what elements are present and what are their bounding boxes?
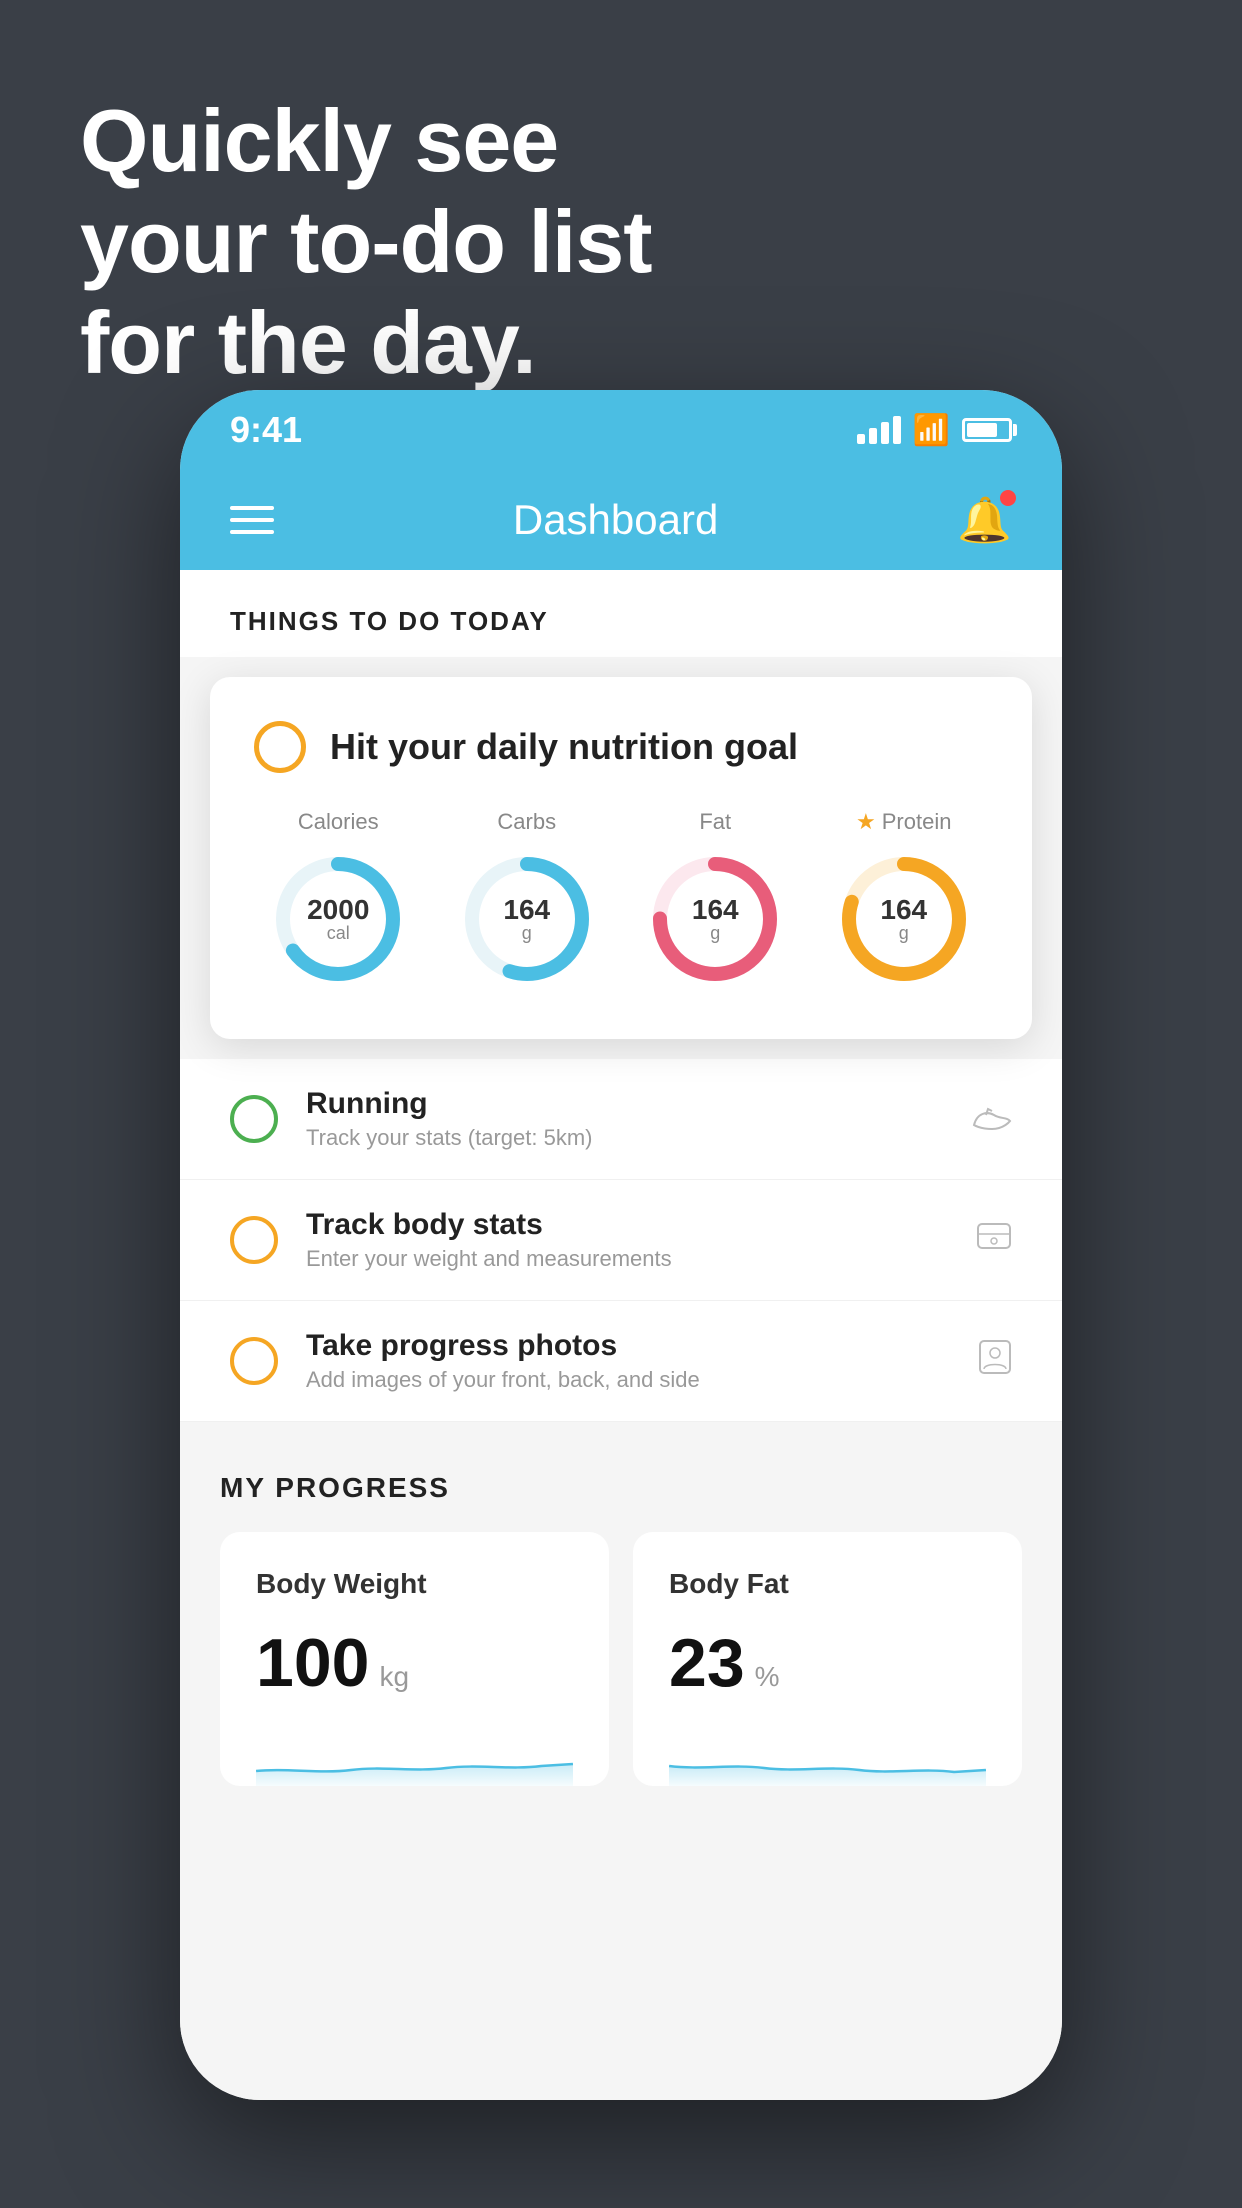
- body-stats-text: Track body stats Enter your weight and m…: [306, 1208, 948, 1272]
- goal-carbs: Carbs 164 g: [457, 809, 597, 989]
- todo-list: Running Track your stats (target: 5km) T…: [180, 1059, 1062, 1422]
- photos-text: Take progress photos Add images of your …: [306, 1329, 950, 1393]
- calories-label: Calories: [298, 809, 379, 835]
- nutrition-goals: Calories 2000 cal Carbs: [254, 809, 988, 989]
- body-weight-card[interactable]: Body Weight 100 kg: [220, 1532, 609, 1786]
- progress-section: MY PROGRESS Body Weight 100 kg: [180, 1422, 1062, 1816]
- body-weight-sparkline: [256, 1726, 573, 1786]
- body-weight-title: Body Weight: [256, 1568, 573, 1600]
- body-fat-card[interactable]: Body Fat 23 %: [633, 1532, 1022, 1786]
- phone-mockup: 9:41 📶 Dashboard 🔔: [180, 390, 1062, 2100]
- todo-circle-photos: [230, 1337, 278, 1385]
- card-title: Hit your daily nutrition goal: [330, 726, 798, 768]
- todo-circle-nutrition: [254, 721, 306, 773]
- notification-badge: [1000, 490, 1016, 506]
- hamburger-line: [230, 530, 274, 534]
- goal-protein: ★ Protein 164 g: [834, 809, 974, 989]
- todo-circle-stats: [230, 1216, 278, 1264]
- list-item-running[interactable]: Running Track your stats (target: 5km): [180, 1059, 1062, 1180]
- protein-label: ★ Protein: [856, 809, 951, 835]
- running-text: Running Track your stats (target: 5km): [306, 1087, 944, 1151]
- body-fat-sparkline: [669, 1726, 986, 1786]
- calories-donut: 2000 cal: [268, 849, 408, 989]
- body-weight-value: 100 kg: [256, 1624, 573, 1702]
- star-icon: ★: [856, 809, 876, 835]
- shoe-icon: [972, 1098, 1012, 1140]
- progress-cards: Body Weight 100 kg: [220, 1532, 1022, 1786]
- todo-circle-running: [230, 1095, 278, 1143]
- hero-line3: for the day.: [80, 292, 652, 393]
- goal-fat: Fat 164 g: [645, 809, 785, 989]
- photos-subtitle: Add images of your front, back, and side: [306, 1367, 950, 1393]
- person-icon: [978, 1339, 1012, 1384]
- list-item-body-stats[interactable]: Track body stats Enter your weight and m…: [180, 1180, 1062, 1301]
- signal-icon: [857, 416, 901, 444]
- fat-label: Fat: [699, 809, 731, 835]
- body-fat-unit: %: [755, 1661, 780, 1693]
- calories-value: 2000 cal: [307, 896, 369, 942]
- body-weight-number: 100: [256, 1624, 369, 1702]
- goal-calories: Calories 2000 cal: [268, 809, 408, 989]
- body-fat-number: 23: [669, 1624, 745, 1702]
- nav-title: Dashboard: [513, 496, 718, 544]
- nutrition-card[interactable]: Hit your daily nutrition goal Calories 2…: [210, 677, 1032, 1039]
- notification-button[interactable]: 🔔: [957, 494, 1012, 546]
- section-header: THINGS TO DO TODAY: [180, 570, 1062, 657]
- status-icons: 📶: [857, 413, 1012, 448]
- wifi-icon: 📶: [913, 413, 950, 448]
- body-fat-title: Body Fat: [669, 1568, 986, 1600]
- card-header: Hit your daily nutrition goal: [254, 721, 988, 773]
- hero-line2: your to-do list: [80, 191, 652, 292]
- battery-icon: [962, 418, 1012, 442]
- body-stats-title: Track body stats: [306, 1208, 948, 1242]
- menu-button[interactable]: [230, 506, 274, 534]
- status-bar: 9:41 📶: [180, 390, 1062, 470]
- hamburger-line: [230, 506, 274, 510]
- section-title: THINGS TO DO TODAY: [230, 606, 1012, 637]
- carbs-label: Carbs: [497, 809, 556, 835]
- protein-value: 164 g: [880, 896, 927, 942]
- carbs-value: 164 g: [503, 896, 550, 942]
- photos-title: Take progress photos: [306, 1329, 950, 1363]
- list-item-photos[interactable]: Take progress photos Add images of your …: [180, 1301, 1062, 1422]
- body-stats-subtitle: Enter your weight and measurements: [306, 1246, 948, 1272]
- progress-title: MY PROGRESS: [220, 1472, 1022, 1504]
- content-area: THINGS TO DO TODAY Hit your daily nutrit…: [180, 570, 1062, 2100]
- body-fat-value: 23 %: [669, 1624, 986, 1702]
- carbs-donut: 164 g: [457, 849, 597, 989]
- scale-icon: [976, 1218, 1012, 1263]
- fat-donut: 164 g: [645, 849, 785, 989]
- running-title: Running: [306, 1087, 944, 1121]
- body-weight-unit: kg: [379, 1661, 409, 1693]
- hero-line1: Quickly see: [80, 90, 652, 191]
- hero-text: Quickly see your to-do list for the day.: [80, 90, 652, 394]
- running-subtitle: Track your stats (target: 5km): [306, 1125, 944, 1151]
- hamburger-line: [230, 518, 274, 522]
- status-time: 9:41: [230, 409, 302, 451]
- protein-donut: 164 g: [834, 849, 974, 989]
- fat-value: 164 g: [692, 896, 739, 942]
- nav-bar: Dashboard 🔔: [180, 470, 1062, 570]
